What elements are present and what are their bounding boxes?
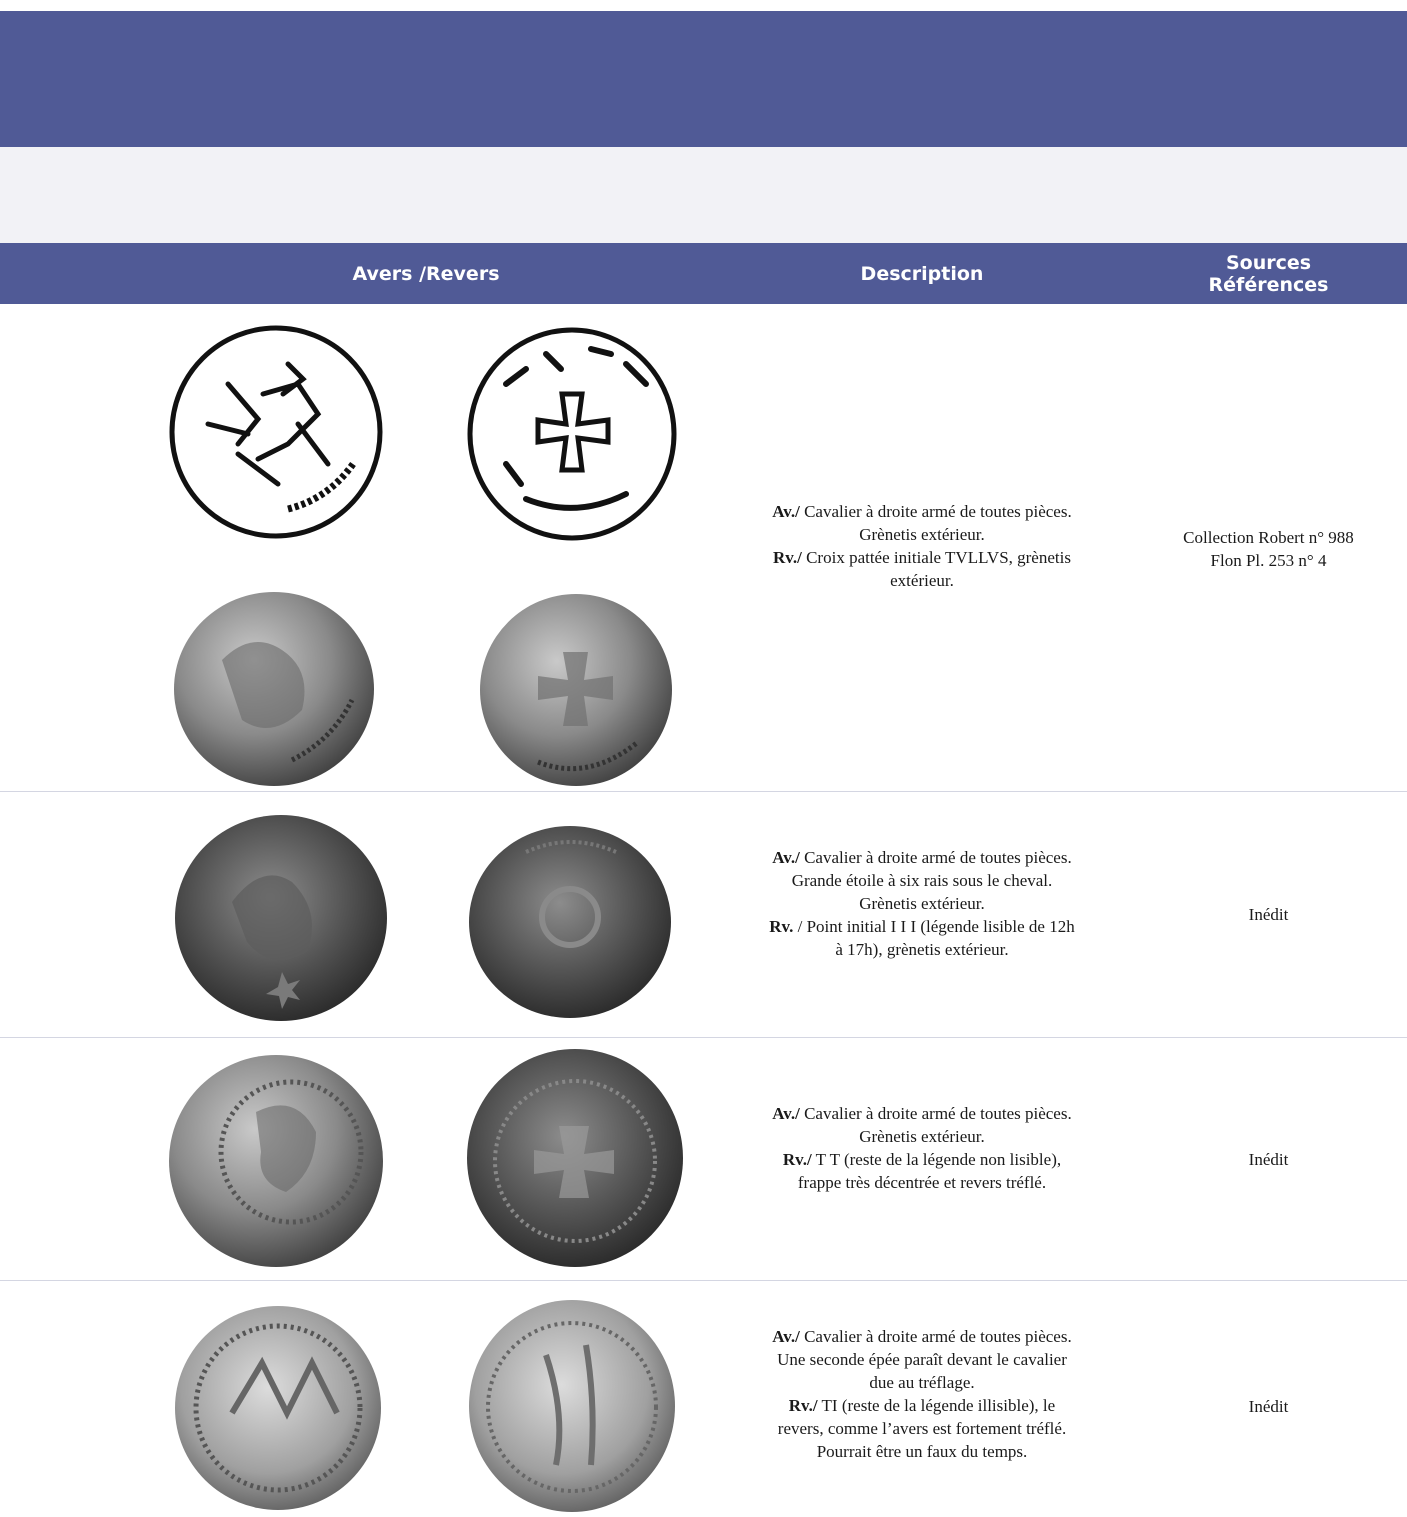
av-line-1: Av./ Cavalier à droite armé de toutes pi… [720,500,1124,523]
av-line-1: Av./ Cavalier à droite armé de toutes pi… [720,1325,1124,1348]
avers-photo-image [174,592,374,786]
table-row: Av./ Cavalier à droite armé de toutes pi… [0,792,1407,1038]
avers-photo-image [169,1055,383,1267]
av-text: Cavalier à droite armé de toutes pièces. [804,1327,1072,1346]
rv-line-1: Rv. / Point initial I I I (légende lisib… [720,915,1124,938]
revers-photo-image [467,1049,683,1267]
rv-text: T T (reste de la légende non lisible), [815,1150,1062,1169]
av-line-2: Grande étoile à six rais sous le cheval. [791,871,1053,890]
rv-line-1: Rv./ T T (reste de la légende non lisibl… [720,1148,1124,1171]
av-line-3: Grènetis extérieur. [859,894,985,913]
rv-line-2: frappe très décentrée et revers tréflé. [797,1173,1047,1192]
rv-label: Rv. [769,917,794,936]
rv-line-3: Pourrait être un faux du temps. [816,1442,1028,1461]
av-label: Av./ [772,502,800,521]
source-line: Inédit [1248,905,1289,924]
row-description: Av./ Cavalier à droite armé de toutes pi… [720,846,1124,961]
av-label: Av./ [772,848,800,867]
row-sources: Inédit [1130,903,1407,926]
revers-drawing-image [467,327,677,541]
header-sources-line1: Sources [1225,251,1312,274]
rv-line-2: revers, comme l’avers est fortement tréf… [777,1419,1067,1438]
source-line: Collection Robert n° 988 [1183,528,1354,547]
row-sources: Inédit [1130,1395,1407,1418]
table-row: Av./ Cavalier à droite armé de toutes pi… [0,1281,1407,1517]
av-line-2: Une seconde épée paraît devant le cavali… [777,1350,1067,1369]
avers-photo-image [175,1306,381,1510]
av-label: Av./ [772,1104,800,1123]
av-label: Av./ [772,1327,800,1346]
av-text: Cavalier à droite armé de toutes pièces. [804,848,1072,867]
table-row: Av./ Cavalier à droite armé de toutes pi… [0,304,1407,792]
top-banner [0,11,1407,147]
row-sources: Inédit [1130,1148,1407,1171]
revers-photo-image [469,1300,675,1512]
rv-label: Rv./ [788,1396,818,1415]
header-sources-line2: Références [1208,273,1329,296]
header-sources: Sources Références [1130,243,1407,304]
rv-label: Rv./ [773,548,802,567]
avers-drawing-image [169,325,383,539]
rv-line-1: Rv./ Croix pattée initiale TVLLVS, grène… [720,546,1124,569]
avers-photo-image [175,815,387,1021]
row-description: Av./ Cavalier à droite armé de toutes pi… [720,1102,1124,1194]
sub-banner [0,147,1407,243]
row-sources: Collection Robert n° 988 Flon Pl. 253 n°… [1130,526,1407,572]
row-description: Av./ Cavalier à droite armé de toutes pi… [720,1325,1124,1463]
revers-photo-image [480,594,672,786]
rv-text: Croix pattée initiale TVLLVS, grènetis [806,548,1071,567]
revers-photo-image [469,826,671,1018]
rv-line-2: à 17h), grènetis extérieur. [835,940,1009,959]
av-line-3: due au tréflage. [869,1373,975,1392]
table-row: Av./ Cavalier à droite armé de toutes pi… [0,1038,1407,1281]
rv-line-1: Rv./ TI (reste de la légende illisible),… [720,1394,1124,1417]
source-line: Inédit [1248,1150,1289,1169]
av-line-1: Av./ Cavalier à droite armé de toutes pi… [720,1102,1124,1125]
rv-line-2: extérieur. [890,571,954,590]
av-line-2: Grènetis extérieur. [859,525,985,544]
rv-label: Rv./ [782,1150,812,1169]
av-text: Cavalier à droite armé de toutes pièces. [804,502,1072,521]
row-description: Av./ Cavalier à droite armé de toutes pi… [720,500,1124,592]
rv-text: / Point initial I I I (légende lisible d… [797,917,1075,936]
av-line-1: Av./ Cavalier à droite armé de toutes pi… [720,846,1124,869]
av-line-2: Grènetis extérieur. [859,1127,985,1146]
rv-text: TI (reste de la légende illisible), le [821,1396,1056,1415]
av-text: Cavalier à droite armé de toutes pièces. [804,1104,1072,1123]
header-description: Description [860,262,984,285]
source-line: Flon Pl. 253 n° 4 [1210,551,1327,570]
source-line: Inédit [1248,1397,1289,1416]
table-header: Avers /Revers Description Sources Référe… [0,243,1407,304]
